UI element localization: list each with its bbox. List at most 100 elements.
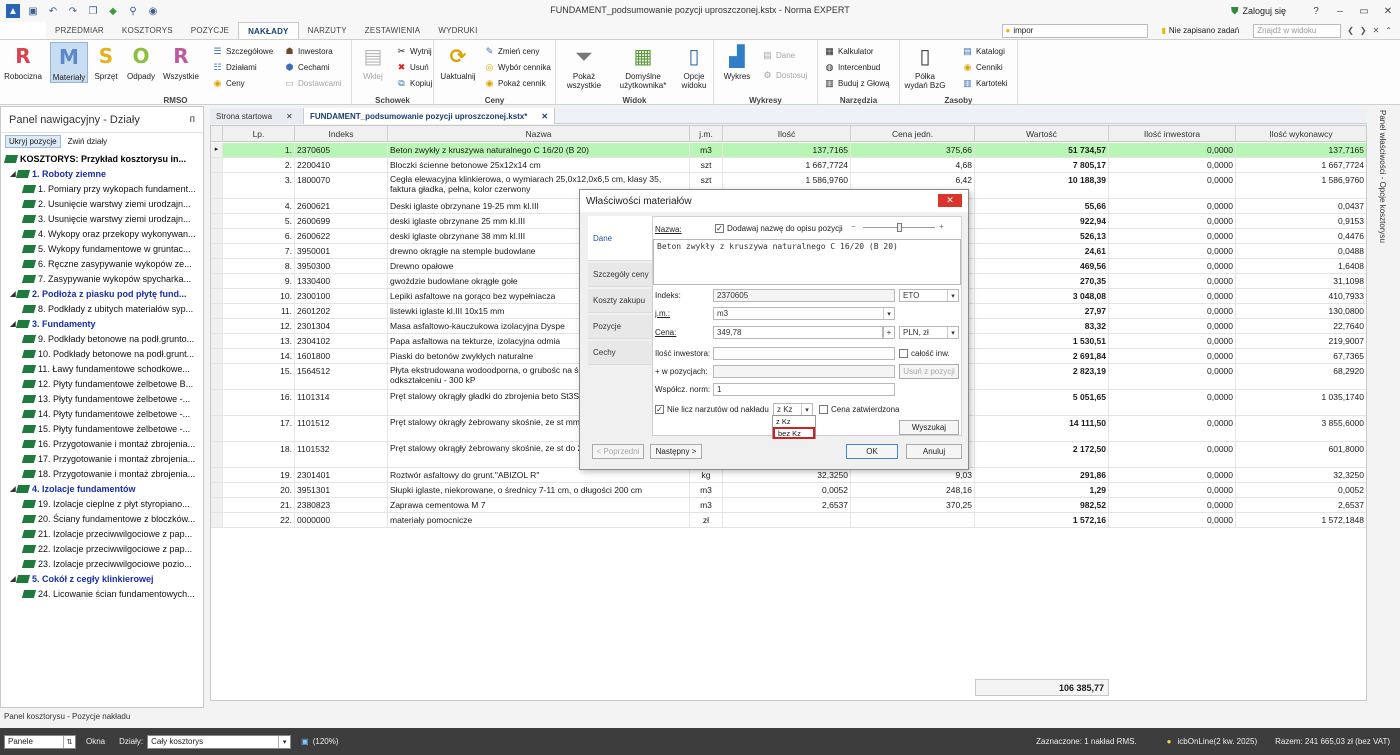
collapse-sections-button[interactable]: Zwiń działy: [64, 135, 112, 148]
cell-wartosc[interactable]: 469,56: [975, 259, 1109, 273]
cell-ilosc[interactable]: 0,0052: [723, 483, 851, 497]
row-indicator-header[interactable]: [211, 126, 223, 142]
row-indicator[interactable]: [211, 158, 223, 172]
column-header[interactable]: j.m.: [690, 126, 723, 142]
cell-inw[interactable]: 0,0000: [1109, 244, 1236, 258]
window-icon[interactable]: ❐: [86, 4, 100, 18]
cell-wyk[interactable]: 22,7640: [1236, 319, 1366, 333]
maximize-button[interactable]: ▭: [1352, 0, 1376, 22]
cell-lp[interactable]: 15.: [223, 364, 295, 389]
nie-licz-narzutow-checkbox[interactable]: ✓ Nie licz narzutów od nakładu: [655, 405, 769, 415]
cell-lp[interactable]: 12.: [223, 319, 295, 333]
okna-button[interactable]: Okna: [86, 737, 105, 746]
cell-cena[interactable]: 370,25: [851, 498, 975, 512]
wyszukaj-button[interactable]: Wyszukaj: [899, 420, 959, 435]
cell-inw[interactable]: 0,0000: [1109, 349, 1236, 363]
search-close-icon[interactable]: ✕: [1373, 26, 1380, 35]
cell-wyk[interactable]: 0,0488: [1236, 244, 1366, 258]
cell-wartosc[interactable]: 1 572,16: [975, 513, 1109, 527]
cell-wyk[interactable]: 1 572,1848: [1236, 513, 1366, 527]
tree-item[interactable]: 5. Wykopy fundamentowe w gruntac...: [1, 241, 203, 256]
save-icon[interactable]: ▣: [26, 4, 40, 18]
cell-cena[interactable]: 9,03: [851, 468, 975, 482]
tab-strona-startowa[interactable]: Strona startowa ✕: [210, 108, 304, 124]
palette-icon[interactable]: ◆: [106, 4, 120, 18]
column-header[interactable]: Nazwa: [388, 126, 690, 142]
tree-item[interactable]: 22. Izolacje przeciwwilgociowe z pap...: [1, 541, 203, 556]
cell-inw[interactable]: 0,0000: [1109, 442, 1236, 467]
cell-cena[interactable]: 248,16: [851, 483, 975, 497]
cancel-button[interactable]: Anuluj: [906, 444, 962, 459]
wklej-button[interactable]: ▤ Wklej: [354, 42, 392, 82]
row-indicator[interactable]: [211, 289, 223, 303]
tab-cechy[interactable]: Cechy: [588, 341, 652, 365]
cell-indeks[interactable]: 2370605: [295, 143, 388, 157]
tab-przedmiar[interactable]: PRZEDMIAR: [46, 22, 113, 39]
row-indicator[interactable]: [211, 498, 223, 512]
cell-wartosc[interactable]: 5 051,65: [975, 390, 1109, 415]
tab-szczegoly-ceny[interactable]: Szczegóły ceny: [588, 263, 652, 287]
cell-wyk[interactable]: 410,7933: [1236, 289, 1366, 303]
cell-wyk[interactable]: 1 667,7724: [1236, 158, 1366, 172]
cell-jm[interactable]: m3: [690, 498, 723, 512]
cell-wartosc[interactable]: 291,86: [975, 468, 1109, 482]
file-tab[interactable]: [0, 22, 46, 39]
cell-inw[interactable]: 0,0000: [1109, 390, 1236, 415]
usun-z-pozycji-button[interactable]: Usuń z pozycji: [899, 364, 959, 379]
row-indicator[interactable]: [211, 319, 223, 333]
cell-wyk[interactable]: 2,6537: [1236, 498, 1366, 512]
row-indicator[interactable]: [211, 349, 223, 363]
tree-item[interactable]: 3. Usunięcie warstwy ziemi urodzajn...: [1, 211, 203, 226]
cell-inw[interactable]: 0,0000: [1109, 214, 1236, 228]
tree-section[interactable]: ◢ 3. Fundamenty: [1, 316, 203, 331]
row-indicator[interactable]: [211, 173, 223, 198]
cell-indeks[interactable]: 1330400: [295, 274, 388, 288]
cell-lp[interactable]: 16.: [223, 390, 295, 415]
close-tab-icon[interactable]: ✕: [541, 112, 548, 121]
cell-wyk[interactable]: 137,7165: [1236, 143, 1366, 157]
tree-item[interactable]: 14. Płyty fundamentowe żelbetowe -...: [1, 406, 203, 421]
cell-wartosc[interactable]: 982,52: [975, 498, 1109, 512]
cell-indeks[interactable]: 3950300: [295, 259, 388, 273]
cell-inw[interactable]: 0,0000: [1109, 259, 1236, 273]
tab-wydruki[interactable]: WYDRUKI: [429, 22, 486, 39]
close-window-button[interactable]: ✕: [1376, 0, 1400, 22]
cena-plus-button[interactable]: +: [883, 326, 895, 339]
next-button[interactable]: Następny >: [650, 444, 702, 459]
cechami-button[interactable]: ⬢ Cechami: [284, 60, 330, 74]
row-indicator[interactable]: [211, 390, 223, 415]
cell-indeks[interactable]: 3951301: [295, 483, 388, 497]
zmien-ceny-button[interactable]: ✎ Zmień ceny: [484, 44, 540, 58]
tree-item[interactable]: 8. Podkłady z ubitych materiałów syp...: [1, 301, 203, 316]
cell-indeks[interactable]: 0000000: [295, 513, 388, 527]
cell-lp[interactable]: 2.: [223, 158, 295, 172]
cell-wyk[interactable]: 67,7365: [1236, 349, 1366, 363]
domyslne-uzytkownika-button[interactable]: ▦ Domyślne użytkownika*: [614, 42, 672, 91]
cell-wyk[interactable]: 1,6408: [1236, 259, 1366, 273]
opcje-widoku-button[interactable]: ▯ Opcje widoku: [676, 42, 712, 91]
row-indicator[interactable]: [211, 513, 223, 527]
nazwa-textarea[interactable]: Beton zwykły z kruszywa naturalnego C 16…: [653, 239, 961, 285]
pin-panel-icon[interactable]: ᴨ: [190, 114, 195, 125]
icb-online-status[interactable]: icbOnLine(2 kw. 2025): [1178, 737, 1258, 746]
cell-wartosc[interactable]: 1,29: [975, 483, 1109, 497]
cell-wyk[interactable]: 68,2920: [1236, 364, 1366, 389]
cell-jm[interactable]: m3: [690, 483, 723, 497]
tree-item[interactable]: 15. Płyty fundamentowe żelbetowe -...: [1, 421, 203, 436]
pokaz-cennik-button[interactable]: ◉ Pokaż cennik: [484, 76, 546, 90]
tree-root[interactable]: KOSZTORYS: Przykład kosztorysu in...: [1, 151, 203, 166]
help-circle-icon[interactable]: ◉: [146, 4, 160, 18]
properties-panel-strip[interactable]: Panel właściwości - Opcje kosztorysu: [1370, 106, 1400, 708]
panels-select[interactable]: Panele ⇅: [4, 734, 76, 749]
cell-inw[interactable]: 0,0000: [1109, 468, 1236, 482]
cell-ilosc[interactable]: 137,7165: [723, 143, 851, 157]
cell-indeks[interactable]: 2600699: [295, 214, 388, 228]
cell-lp[interactable]: 7.: [223, 244, 295, 258]
cell-cena[interactable]: 4,68: [851, 158, 975, 172]
tree-item[interactable]: 23. Izolacje przeciwwilgociowe pozio...: [1, 556, 203, 571]
tree-item[interactable]: 20. Ściany fundamentowe z bloczków...: [1, 511, 203, 526]
cell-wyk[interactable]: 219,9007: [1236, 334, 1366, 348]
cell-nazwa[interactable]: Zaprawa cementowa M 7: [388, 498, 690, 512]
cell-indeks[interactable]: 1101314: [295, 390, 388, 415]
cell-nazwa[interactable]: Beton zwykły z kruszywa naturalnego C 16…: [388, 143, 690, 157]
